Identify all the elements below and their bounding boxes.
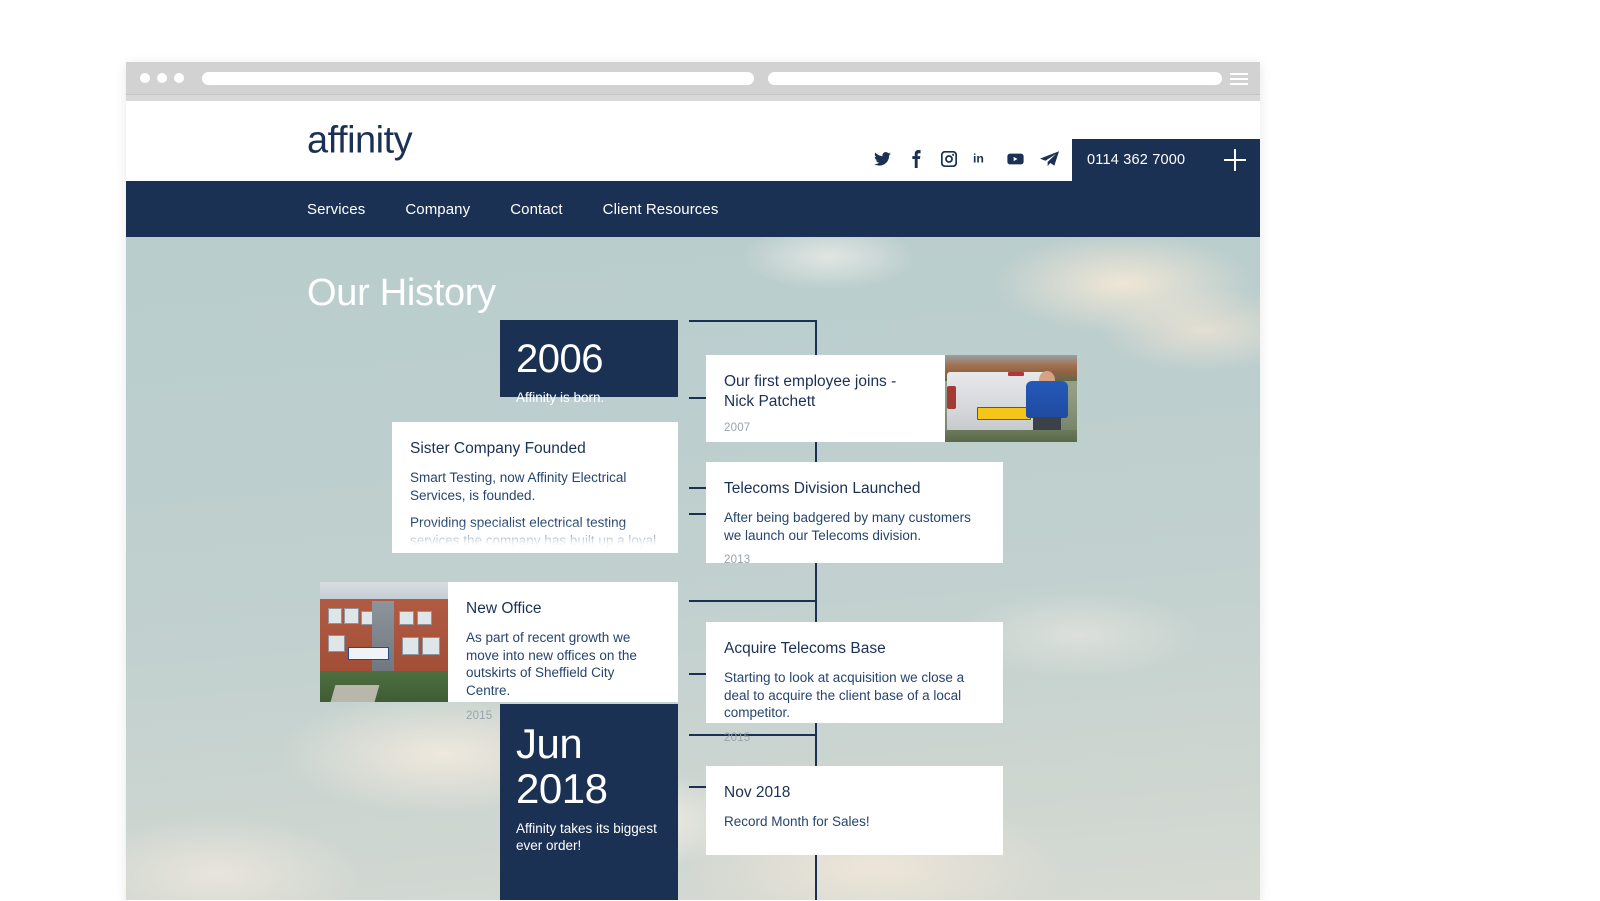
card-body: Sister Company Founded Smart Testing, no… <box>392 422 678 549</box>
connector-2006 <box>689 320 815 322</box>
page-title: Our History <box>307 272 496 315</box>
timeline-card-first-employee[interactable]: Our first employee joins - Nick Patchett… <box>706 355 1077 442</box>
site-header: affinity in 0114 362 7000 <box>126 101 1260 181</box>
milestone-year: 2006 <box>516 337 603 381</box>
page-body: Our History 2006 Affinity is born. Our f… <box>126 237 1260 900</box>
card-title: Our first employee joins - Nick Patchett <box>724 373 897 410</box>
plus-icon[interactable] <box>1224 149 1246 171</box>
linkedin-icon[interactable]: in <box>973 150 991 167</box>
van-photo <box>945 355 1077 442</box>
card-text: Record Month for Sales! <box>724 813 870 829</box>
timeline-card-nov-2018[interactable]: Nov 2018 Record Month for Sales! <box>706 766 1003 855</box>
milestone-2006[interactable]: 2006 Affinity is born. <box>500 320 678 405</box>
main-navigation: Services Company Contact Client Resource… <box>126 181 1260 237</box>
milestone-jun-2018[interactable]: Jun 2018 Affinity takes its biggest ever… <box>500 704 678 900</box>
connector-new-office <box>689 600 815 602</box>
browser-window: affinity in 0114 362 7000 Services Compa… <box>126 62 1260 901</box>
nav-item-client-resources[interactable]: Client Resources <box>603 201 719 218</box>
card-body: Our first employee joins - Nick Patchett… <box>706 355 945 442</box>
nav-item-contact[interactable]: Contact <box>510 201 562 218</box>
svg-text:in: in <box>973 152 984 166</box>
browser-address-bar[interactable] <box>202 72 754 85</box>
card-text: Smart Testing, now Affinity Electrical S… <box>410 469 627 503</box>
nav-item-company[interactable]: Company <box>405 201 470 218</box>
card-text: Starting to look at acquisition we close… <box>724 669 965 721</box>
card-title: Sister Company Founded <box>410 440 586 457</box>
send-icon[interactable] <box>1040 150 1059 167</box>
office-photo <box>320 582 448 702</box>
card-title: Acquire Telecoms Base <box>724 640 886 657</box>
youtube-icon[interactable] <box>1007 150 1024 167</box>
phone-number: 0114 362 7000 <box>1087 152 1186 168</box>
milestone-subtitle: Affinity takes its biggest ever order! <box>516 821 657 854</box>
nav-item-services[interactable]: Services <box>307 201 365 218</box>
facebook-icon[interactable] <box>907 149 924 168</box>
hamburger-icon[interactable] <box>1230 73 1248 85</box>
instagram-icon[interactable] <box>940 150 957 167</box>
window-controls <box>140 73 184 83</box>
card-date: 2007 <box>724 421 751 434</box>
card-date: 2013 <box>724 554 751 567</box>
milestone-year-month: Jun <box>516 720 583 767</box>
timeline-card-acquire-telecoms-base[interactable]: Acquire Telecoms Base Starting to look a… <box>706 622 1003 744</box>
milestone-year-number: 2018 <box>516 764 608 812</box>
timeline-card-sister-company[interactable]: Sister Company Founded Smart Testing, no… <box>392 422 678 553</box>
annotation-panel: Website Timeline <box>1340 0 1540 901</box>
browser-chrome <box>126 62 1260 95</box>
card-date: 2015 <box>724 732 751 745</box>
timeline-card-telecoms-division[interactable]: Telecoms Division Launched After being b… <box>706 462 1003 567</box>
phone-bar[interactable]: 0114 362 7000 <box>1072 139 1260 181</box>
card-title: New Office <box>466 600 542 617</box>
card-text: As part of recent growth we move into ne… <box>466 629 637 699</box>
milestone-subtitle: Affinity is born. <box>516 390 605 406</box>
window-close-dot[interactable] <box>140 73 150 83</box>
card-title: Nov 2018 <box>724 784 791 801</box>
social-links: in <box>874 149 1059 168</box>
window-minimize-dot[interactable] <box>157 73 167 83</box>
window-maximize-dot[interactable] <box>174 73 184 83</box>
card-title: Telecoms Division Launched <box>724 480 921 497</box>
browser-search-bar[interactable] <box>768 72 1222 85</box>
card-body: New Office As part of recent growth we m… <box>448 582 678 722</box>
card-text: After being badgered by many customers w… <box>724 509 971 543</box>
twitter-icon[interactable] <box>874 150 891 167</box>
brand-logo[interactable]: affinity <box>307 120 413 163</box>
timeline-card-new-office[interactable]: New Office As part of recent growth we m… <box>320 582 678 722</box>
card-text-truncated: Providing specialist electrical testing … <box>410 514 660 549</box>
